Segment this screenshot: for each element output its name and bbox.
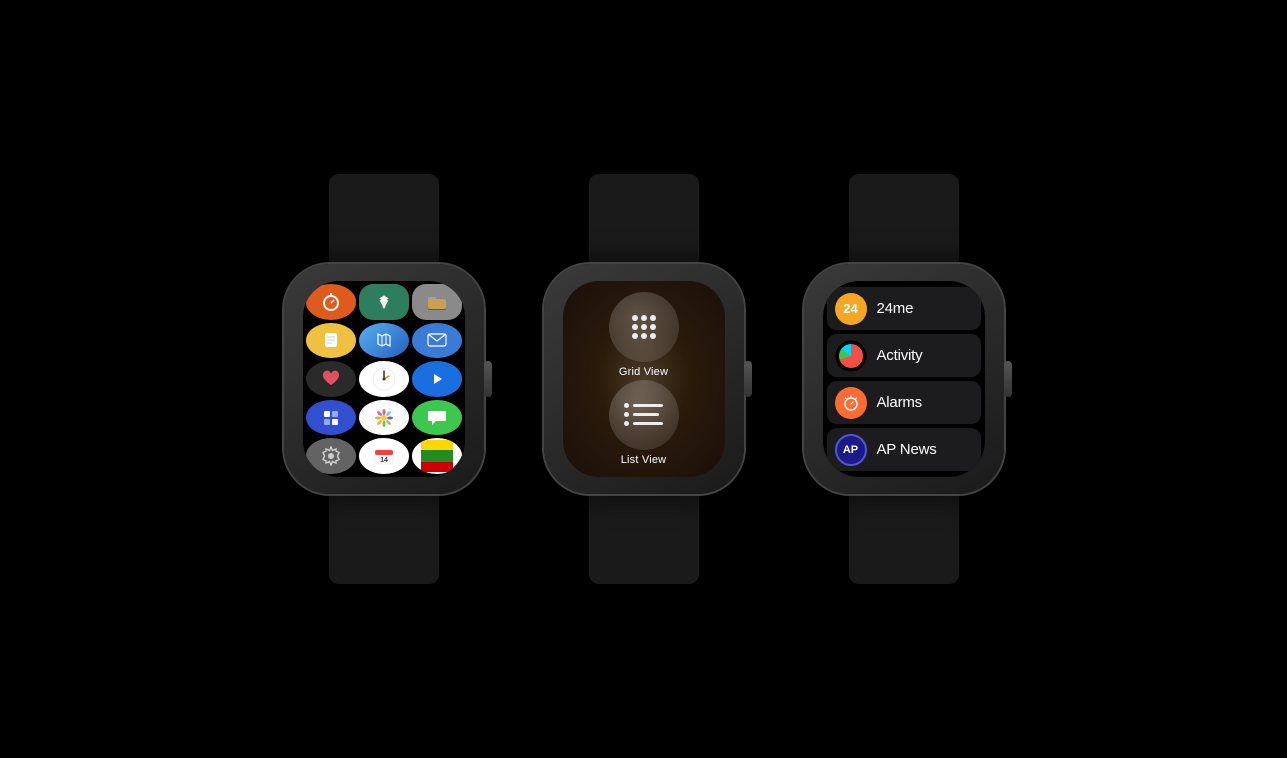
dot [632, 315, 638, 321]
app-name-apnews: AP News [877, 441, 937, 458]
list-item-activity[interactable]: Activity [827, 334, 981, 377]
dot [650, 315, 656, 321]
app-icon-photos[interactable] [359, 400, 409, 436]
list-row [624, 412, 659, 417]
app-icon-workflow[interactable] [306, 400, 356, 436]
app-icon-timer[interactable] [306, 284, 356, 320]
dot [641, 315, 647, 321]
list-view-option[interactable]: List View [609, 380, 679, 466]
list-row [624, 403, 663, 408]
watch-app-list: 24 24me Activity Alarms [804, 174, 1004, 584]
app-name-24me: 24me [877, 300, 914, 317]
app-icon-turnip[interactable] [359, 284, 409, 320]
app-icon-notes[interactable] [306, 323, 356, 359]
dot [650, 333, 656, 339]
band-bottom-3 [849, 494, 959, 584]
app-icon-settings[interactable] [306, 438, 356, 474]
list-view-label: List View [621, 454, 667, 466]
list-dot [624, 421, 629, 426]
watch-body-1: 14 [284, 264, 484, 494]
app-icon-files[interactable] [412, 284, 462, 320]
app-list-screen: 24 24me Activity Alarms [823, 281, 985, 477]
app-icon-flags[interactable] [412, 438, 462, 474]
list-line [633, 422, 663, 425]
app-icon-activity [835, 340, 867, 372]
dot [641, 333, 647, 339]
app-icon-24me: 24 [835, 293, 867, 325]
svg-text:14: 14 [380, 457, 388, 464]
digital-crown-2[interactable] [744, 361, 752, 397]
band-bottom-2 [589, 494, 699, 584]
app-icon-tv[interactable] [412, 361, 462, 397]
app-icon-apnews: AP [835, 434, 867, 466]
list-row [624, 421, 663, 426]
digital-crown-3[interactable] [1004, 361, 1012, 397]
grid-view-option[interactable]: Grid View [609, 292, 679, 378]
screen-3: 24 24me Activity Alarms [823, 281, 985, 477]
app-name-alarms: Alarms [877, 394, 922, 411]
band-top-2 [589, 174, 699, 264]
app-icon-alarms [835, 387, 867, 419]
screen-1: 14 [303, 281, 465, 477]
digital-crown-1[interactable] [484, 361, 492, 397]
list-dot [624, 412, 629, 417]
app-icon-messages[interactable] [412, 400, 462, 436]
app-icon-calendar[interactable]: 14 [359, 438, 409, 474]
watch-grid: 14 [284, 174, 484, 584]
list-lines-icon [624, 403, 663, 426]
list-view-circle [609, 380, 679, 450]
list-line [633, 413, 659, 416]
view-chooser-screen: Grid View [563, 281, 725, 477]
dot [641, 324, 647, 330]
band-bottom-1 [329, 494, 439, 584]
dot [650, 324, 656, 330]
watch-view-chooser: Grid View [544, 174, 744, 584]
app-icon-clock[interactable] [359, 361, 409, 397]
dot [632, 333, 638, 339]
grid-view-circle [609, 292, 679, 362]
app-grid: 14 [303, 281, 465, 477]
watch-body-3: 24 24me Activity Alarms [804, 264, 1004, 494]
screen-2: Grid View [563, 281, 725, 477]
grid-view-label: Grid View [619, 366, 668, 378]
list-item-alarms[interactable]: Alarms [827, 381, 981, 424]
list-line [633, 404, 663, 407]
app-icon-mail[interactable] [412, 323, 462, 359]
app-name-activity: Activity [877, 347, 923, 364]
band-top-1 [329, 174, 439, 264]
dot [632, 324, 638, 330]
app-icon-health[interactable] [306, 361, 356, 397]
band-top-3 [849, 174, 959, 264]
app-icon-maps[interactable] [359, 323, 409, 359]
list-item-apnews[interactable]: AP AP News [827, 428, 981, 471]
watch-body-2: Grid View [544, 264, 744, 494]
list-dot [624, 403, 629, 408]
grid-dots-icon [632, 315, 656, 339]
list-item-24me[interactable]: 24 24me [827, 287, 981, 330]
